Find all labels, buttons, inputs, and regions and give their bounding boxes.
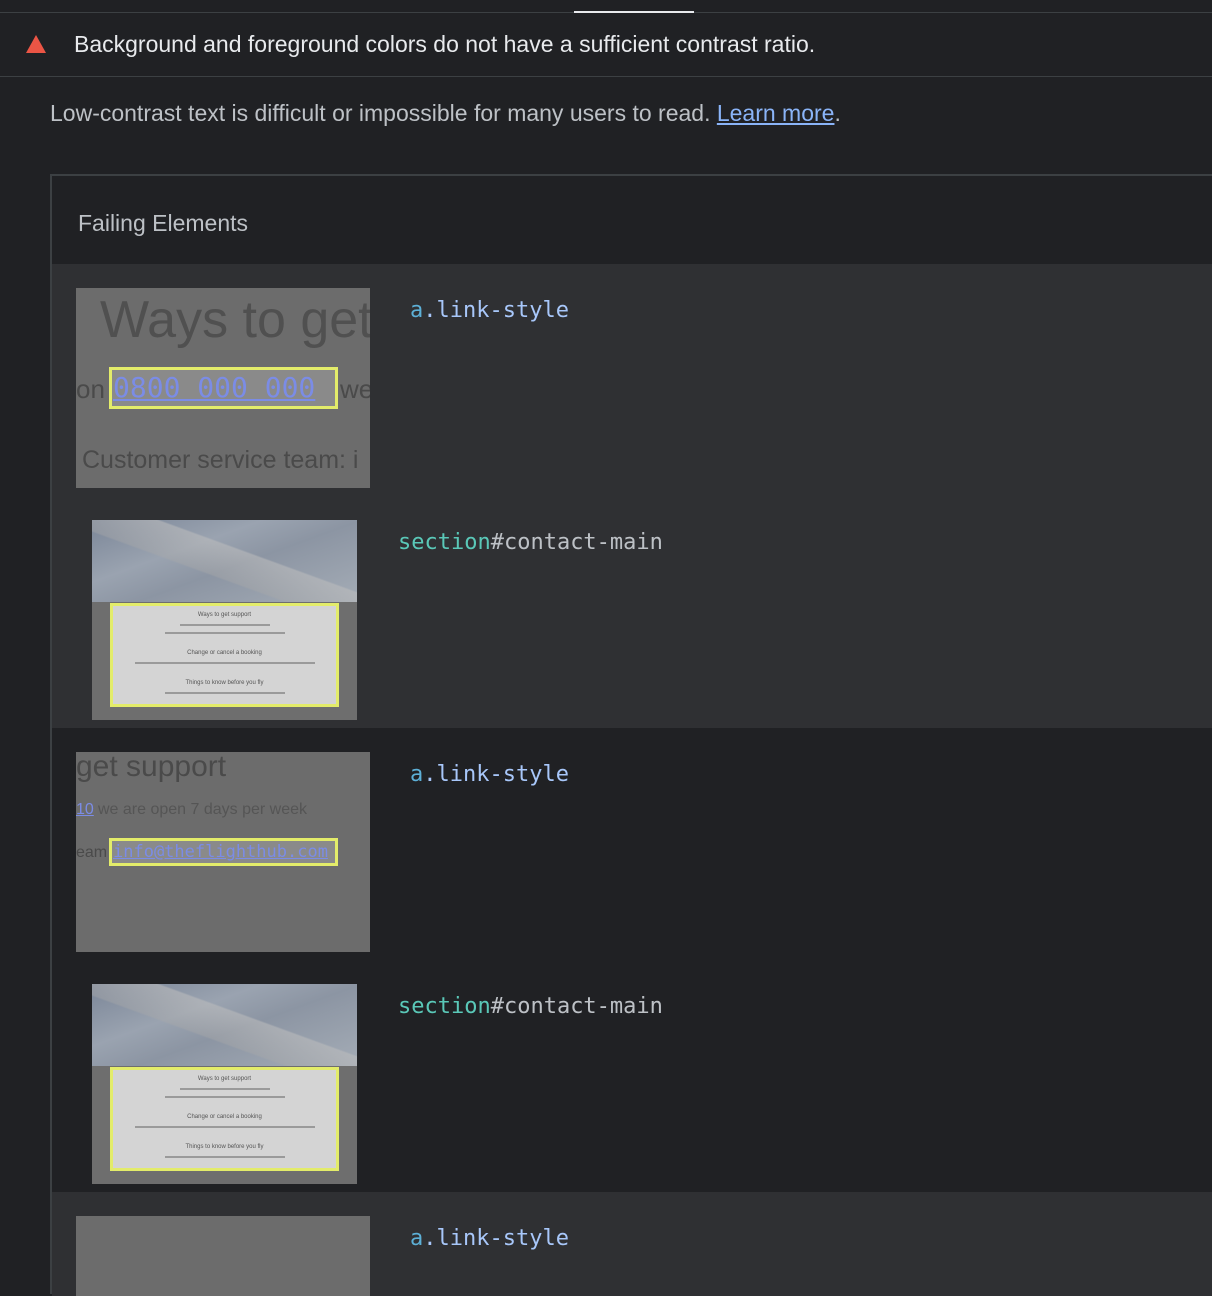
table-row[interactable]: a.link-style bbox=[52, 1192, 1212, 1296]
element-selector: section#contact-main bbox=[398, 994, 663, 1019]
section-screenshot: Ways to get support Change or cancel a b… bbox=[92, 984, 357, 1184]
snippet-footer: Customer service team: i bbox=[82, 446, 359, 474]
audit-description: Low-contrast text is difficult or imposs… bbox=[50, 100, 841, 127]
snippet-line: we are open 7 days per week bbox=[98, 801, 308, 818]
element-selector: a.link-style bbox=[410, 298, 569, 323]
element-selector: section#contact-main bbox=[398, 530, 663, 555]
element-selector: a.link-style bbox=[410, 762, 569, 787]
description-suffix: . bbox=[834, 100, 841, 126]
audit-title: Background and foreground colors do not … bbox=[74, 31, 816, 57]
element-screenshot bbox=[76, 1216, 370, 1296]
highlight-box: Ways to get support Change or cancel a b… bbox=[110, 1067, 339, 1171]
table-row[interactable]: get support 10 we are open 7 days per we… bbox=[52, 728, 1212, 1192]
highlight-box: Ways to get support Change or cancel a b… bbox=[110, 603, 339, 707]
snippet-prefix: eam bbox=[76, 844, 108, 861]
snippet-prefix-link: 10 bbox=[76, 801, 94, 818]
wing-image bbox=[92, 984, 357, 1066]
table-header: Failing Elements bbox=[78, 210, 249, 236]
section-screenshot: Ways to get support Change or cancel a b… bbox=[92, 520, 357, 720]
snippet-suffix: we bbox=[340, 374, 370, 404]
learn-more-link[interactable]: Learn more bbox=[717, 100, 835, 126]
snippet-link: 0800 000 000 bbox=[113, 371, 316, 404]
fail-triangle-icon bbox=[26, 35, 46, 53]
description-text: Low-contrast text is difficult or imposs… bbox=[50, 100, 717, 126]
wing-image bbox=[92, 520, 357, 602]
snippet-heading: get support bbox=[76, 752, 227, 783]
snippet-prefix: on bbox=[76, 374, 105, 404]
element-selector: a.link-style bbox=[410, 1226, 569, 1251]
audit-header[interactable]: Background and foreground colors do not … bbox=[0, 13, 1212, 77]
snippet-link: info@theflighthub.com bbox=[113, 842, 328, 862]
failing-elements-table: Failing Elements Ways to get on 0800 000… bbox=[50, 174, 1212, 1296]
table-row[interactable]: Ways to get support Change or cancel a b… bbox=[52, 496, 1212, 728]
snippet-heading: Ways to get bbox=[100, 291, 370, 349]
table-row[interactable]: Ways to get on 0800 000 000 we Customer … bbox=[52, 264, 1212, 496]
element-screenshot: Ways to get on 0800 000 000 we Customer … bbox=[76, 288, 370, 488]
element-screenshot: get support 10 we are open 7 days per we… bbox=[76, 752, 370, 952]
